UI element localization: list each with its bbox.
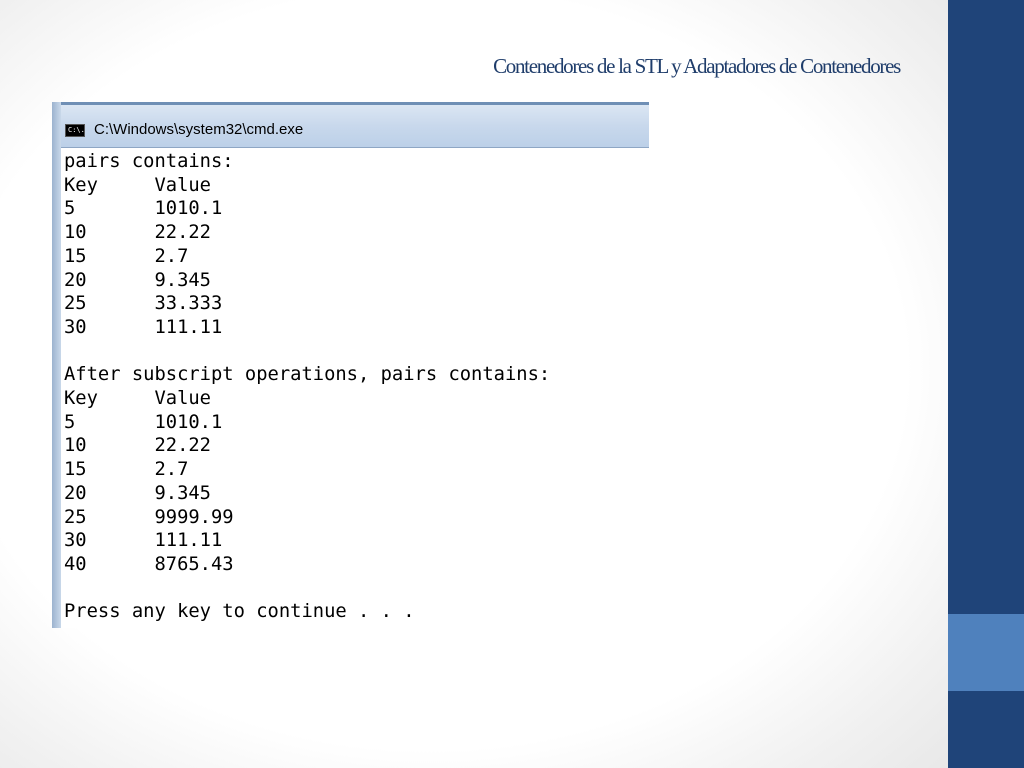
console-line: 20 9.345: [64, 269, 211, 291]
cmd-window: C:\. C:\Windows\system32\cmd.exe pairs c…: [52, 102, 649, 628]
window-titlebar[interactable]: C:\. C:\Windows\system32\cmd.exe: [61, 105, 649, 147]
console-output-area[interactable]: pairs contains: Key Value 5 1010.1 10 22…: [61, 147, 649, 628]
console-line: 30 111.11: [64, 316, 223, 338]
console-line: After subscript operations, pairs contai…: [64, 364, 551, 386]
console-line: 40 8765.43: [64, 553, 234, 575]
console-line: 25 9999.99: [64, 506, 234, 528]
console-line: 10 22.22: [64, 222, 211, 244]
console-line: pairs contains:: [64, 151, 234, 172]
console-line: 10 22.22: [64, 435, 211, 457]
console-line: 15 2.7: [64, 245, 189, 267]
console-line: Press any key to continue . . .: [64, 601, 415, 623]
window-title: C:\Windows\system32\cmd.exe: [94, 121, 304, 138]
console-line: 5 1010.1: [64, 411, 223, 433]
slide-title: Contenedores de la STL y Adaptadores de …: [493, 54, 901, 78]
console-line: Key Value: [64, 388, 211, 410]
window-frame-left: [52, 102, 61, 628]
console-line: 30 111.11: [64, 530, 223, 552]
console-line: 15 2.7: [64, 459, 189, 481]
console-line: 5 1010.1: [64, 198, 223, 220]
cmd-icon[interactable]: C:\.: [65, 124, 85, 137]
console-line: 25 33.333: [64, 293, 223, 315]
sidebar-accent-block: [948, 614, 1024, 691]
console-line: 20 9.345: [64, 482, 211, 504]
console-text: pairs contains: Key Value 5 1010.1 10 22…: [64, 150, 550, 624]
console-line: Key Value: [64, 174, 211, 196]
